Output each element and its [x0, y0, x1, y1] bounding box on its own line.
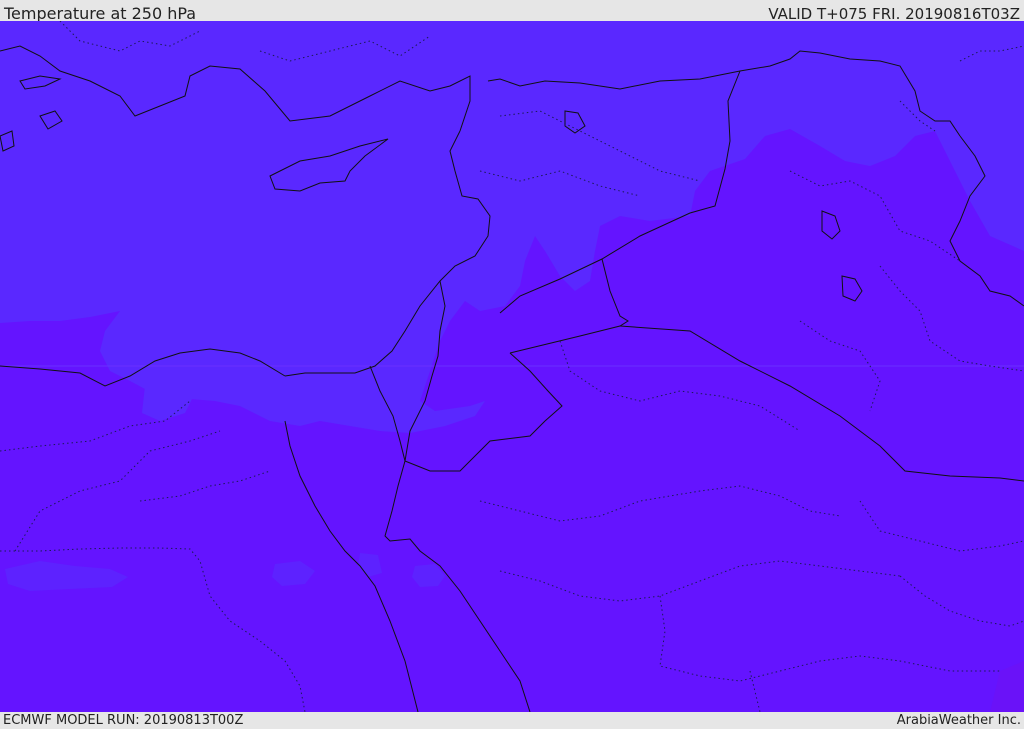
credit-label: ArabiaWeather Inc.	[896, 713, 1021, 728]
temperature-map	[0, 21, 1024, 712]
model-run-label: ECMWF MODEL RUN: 20190813T00Z	[3, 713, 244, 728]
header-bar: Temperature at 250 hPa VALID T+075 FRI. …	[0, 0, 1024, 23]
footer-bar: ECMWF MODEL RUN: 20190813T00Z ArabiaWeat…	[0, 712, 1024, 729]
page: Temperature at 250 hPa VALID T+075 FRI. …	[0, 0, 1024, 729]
map-canvas[interactable]	[0, 21, 1024, 712]
